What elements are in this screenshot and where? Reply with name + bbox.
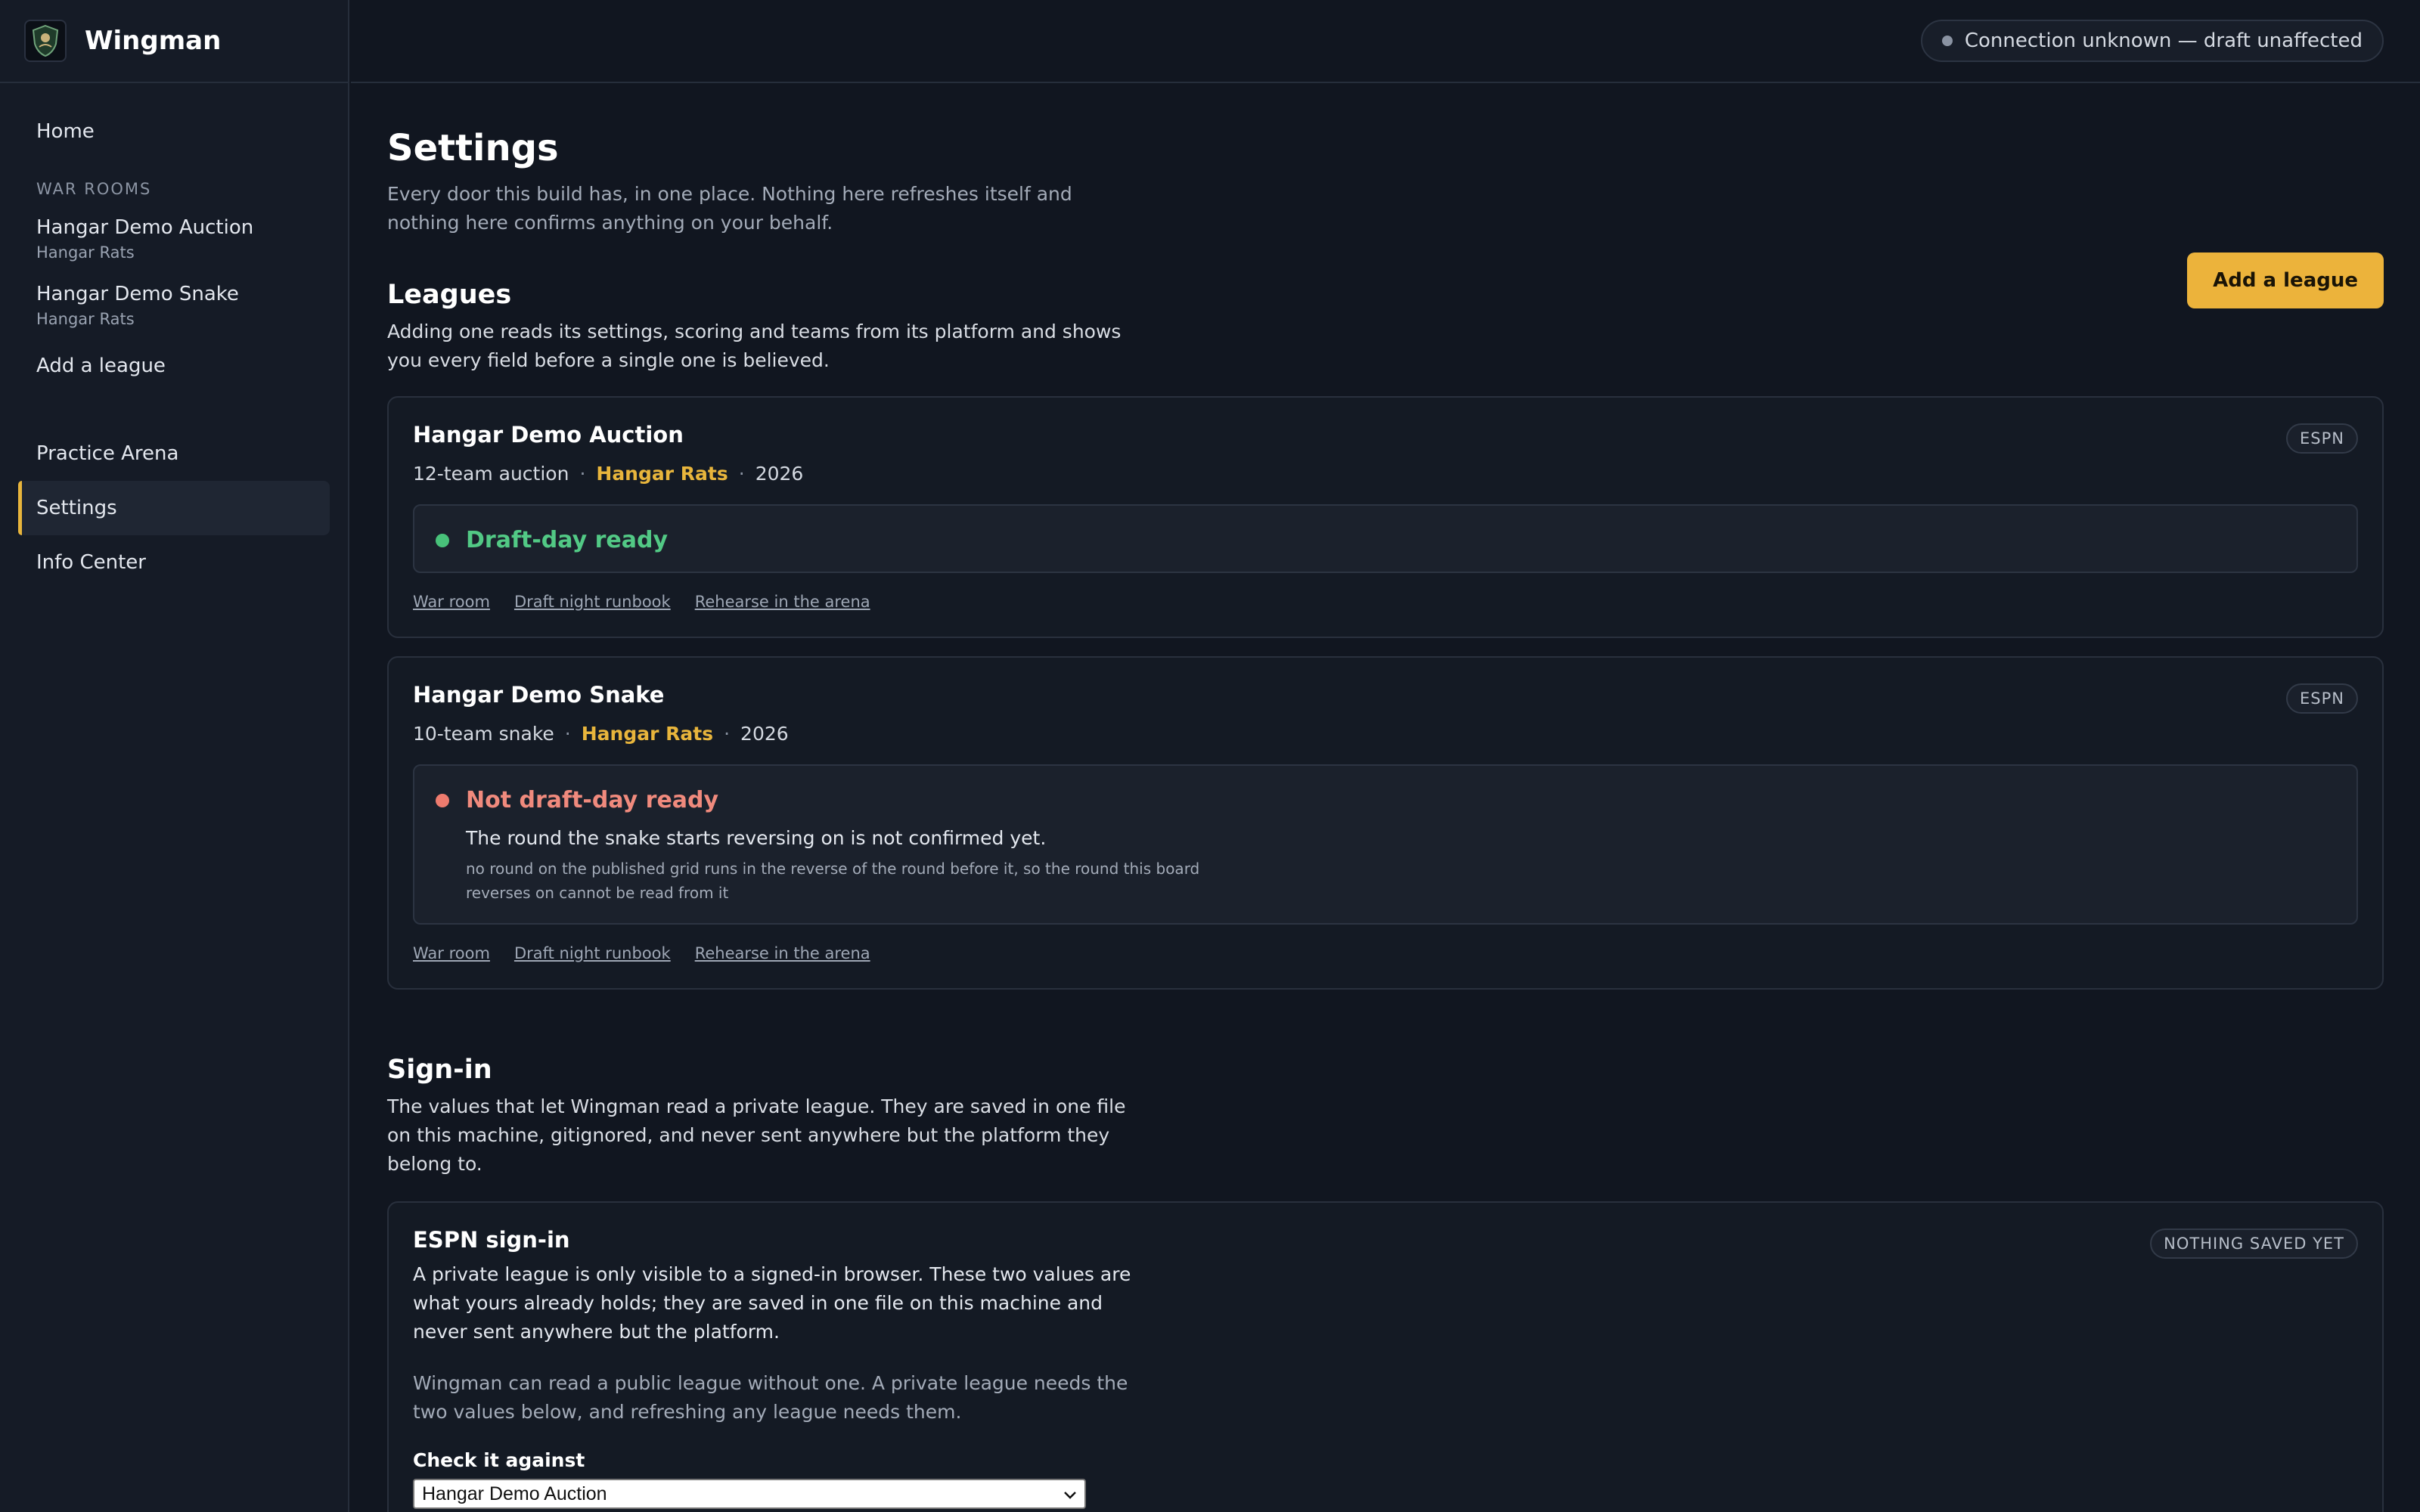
meta-separator: · xyxy=(738,463,745,485)
saved-status-badge: NOTHING SAVED YET xyxy=(2150,1228,2358,1259)
sidebar-item-label: Hangar Demo Snake xyxy=(36,283,239,305)
league-meta: 10-team snake · Hangar Rats · 2026 xyxy=(413,723,2358,745)
sidebar: Wingman Home WAR ROOMS Hangar Demo Aucti… xyxy=(0,0,349,1512)
war-room-link[interactable]: War room xyxy=(413,593,490,611)
leagues-title: Leagues xyxy=(387,280,512,310)
connection-status-pill: Connection unknown — draft unaffected xyxy=(1920,20,2384,62)
rehearse-arena-link[interactable]: Rehearse in the arena xyxy=(695,593,870,611)
sidebar-item-practice-arena[interactable]: Practice Arena xyxy=(18,426,330,481)
status-label: Draft-day ready xyxy=(466,527,668,553)
espn-signin-card: ESPN sign-in NOTHING SAVED YET A private… xyxy=(387,1201,2384,1512)
add-league-button[interactable]: Add a league xyxy=(2187,253,2384,308)
leagues-header: Leagues Adding one reads its settings, s… xyxy=(387,253,2384,375)
draft-night-runbook-link[interactable]: Draft night runbook xyxy=(514,944,671,962)
league-format: 10-team snake xyxy=(413,723,554,745)
sidebar-item-add-league[interactable]: Add a league xyxy=(18,339,330,393)
status-label: Not draft-day ready xyxy=(466,787,719,813)
league-card-auction: Hangar Demo Auction ESPN 12-team auction… xyxy=(387,396,2384,638)
meta-separator: · xyxy=(564,723,571,745)
chevron-down-icon xyxy=(1063,1483,1077,1505)
connection-dot-icon xyxy=(1941,36,1953,46)
espn-signin-description: A private league is only visible to a si… xyxy=(413,1263,1131,1343)
app-name: Wingman xyxy=(85,26,222,56)
meta-separator: · xyxy=(579,463,586,485)
leagues-subtitle: Adding one reads its settings, scoring a… xyxy=(387,321,1122,371)
rehearse-arena-link[interactable]: Rehearse in the arena xyxy=(695,944,870,962)
meta-separator: · xyxy=(724,723,731,745)
status-note: no round on the published grid runs in t… xyxy=(466,860,1200,902)
sidebar-item-settings[interactable]: Settings xyxy=(18,481,330,535)
league-title: Hangar Demo Snake xyxy=(413,682,665,708)
league-season: 2026 xyxy=(755,463,804,485)
status-error-dot-icon xyxy=(436,793,449,807)
league-format: 12-team auction xyxy=(413,463,569,485)
sidebar-item-war-room-snake[interactable]: Hangar Demo Snake Hangar Rats xyxy=(18,272,330,339)
sidebar-nav: Home WAR ROOMS Hangar Demo Auction Hanga… xyxy=(0,104,348,590)
sidebar-section-war-rooms: WAR ROOMS xyxy=(36,180,152,198)
draft-night-runbook-link[interactable]: Draft night runbook xyxy=(514,593,671,611)
brand: Wingman xyxy=(0,0,348,83)
sidebar-item-home[interactable]: Home xyxy=(18,104,330,159)
signin-subtitle: The values that let Wingman read a priva… xyxy=(387,1095,1126,1175)
check-against-label: Check it against xyxy=(413,1449,585,1471)
signin-section: Sign-in The values that let Wingman read… xyxy=(387,1055,2384,1512)
sidebar-item-label: Hangar Demo Auction xyxy=(36,216,254,239)
check-against-select[interactable]: Hangar Demo Auction xyxy=(413,1479,1086,1509)
league-title: Hangar Demo Auction xyxy=(413,422,684,448)
platform-badge: ESPN xyxy=(2286,423,2358,454)
leagues-section: Leagues Adding one reads its settings, s… xyxy=(387,253,2384,990)
signin-title: Sign-in xyxy=(387,1055,492,1085)
readiness-status: Draft-day ready xyxy=(413,504,2358,573)
page-subtitle: Every door this build has, in one place.… xyxy=(387,183,1072,234)
league-season: 2026 xyxy=(740,723,789,745)
league-meta: 12-team auction · Hangar Rats · 2026 xyxy=(413,463,2358,485)
league-links: War room Draft night runbook Rehearse in… xyxy=(413,593,2358,611)
sidebar-item-sublabel: Hangar Rats xyxy=(36,310,135,328)
sidebar-item-info-center[interactable]: Info Center xyxy=(18,535,330,590)
espn-signin-note: Wingman can read a public league without… xyxy=(413,1372,1128,1423)
league-team: Hangar Rats xyxy=(581,723,714,745)
top-bar: Connection unknown — draft unaffected xyxy=(351,0,2420,83)
page-title: Settings xyxy=(387,127,559,169)
war-room-link[interactable]: War room xyxy=(413,944,490,962)
shield-logo-icon xyxy=(24,20,67,62)
status-detail: The round the snake starts reversing on … xyxy=(466,827,1047,849)
main-content: Settings Every door this build has, in o… xyxy=(387,83,2384,1512)
platform-badge: ESPN xyxy=(2286,683,2358,714)
sidebar-item-sublabel: Hangar Rats xyxy=(36,243,135,262)
select-value: Hangar Demo Auction xyxy=(422,1483,607,1504)
espn-signin-title: ESPN sign-in xyxy=(413,1227,570,1253)
status-ok-dot-icon xyxy=(436,533,449,547)
sidebar-item-war-room-auction[interactable]: Hangar Demo Auction Hangar Rats xyxy=(18,206,330,272)
league-links: War room Draft night runbook Rehearse in… xyxy=(413,944,2358,962)
league-team: Hangar Rats xyxy=(596,463,728,485)
connection-status-text: Connection unknown — draft unaffected xyxy=(1964,29,2363,52)
readiness-status: Not draft-day ready The round the snake … xyxy=(413,764,2358,925)
league-card-snake: Hangar Demo Snake ESPN 10-team snake · Han… xyxy=(387,656,2384,990)
